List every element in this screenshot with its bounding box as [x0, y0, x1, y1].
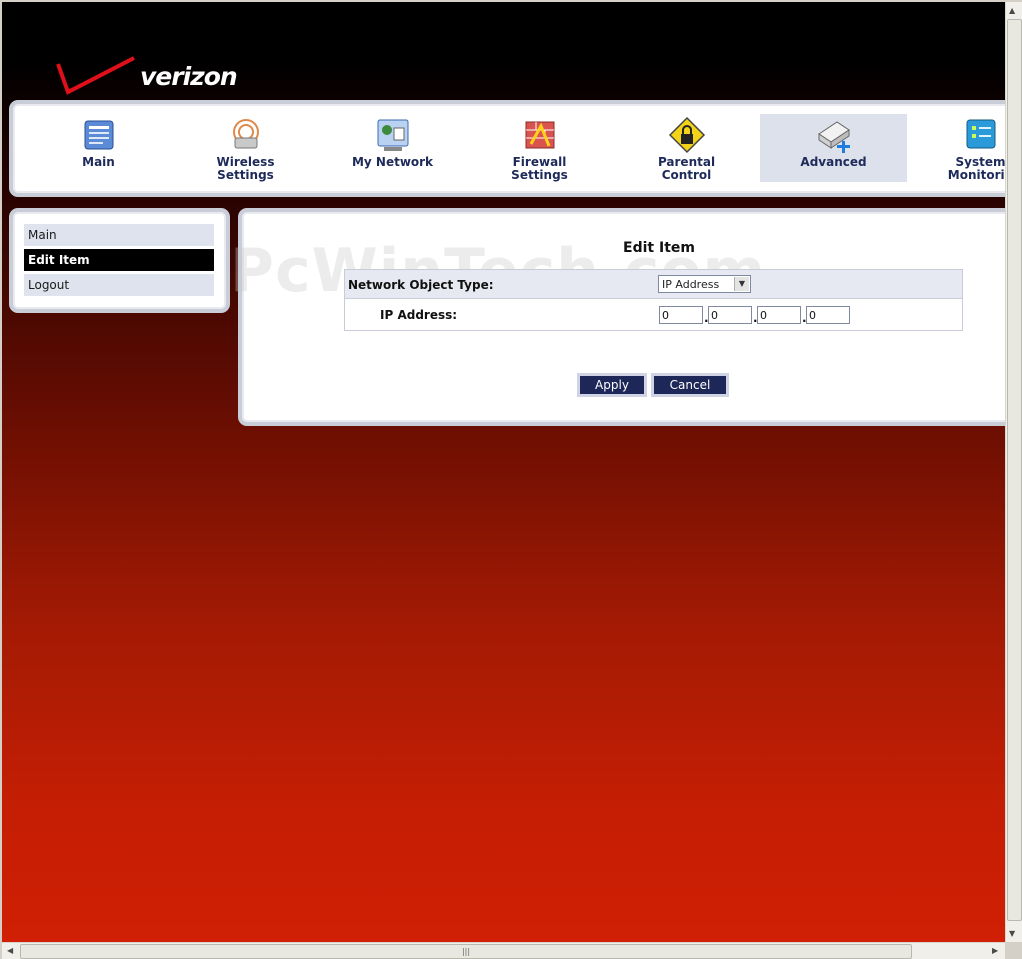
main-icon	[84, 120, 113, 150]
network-object-type-value: IP Address	[662, 278, 720, 291]
sidebar-item-main[interactable]: Main	[24, 224, 214, 246]
scrollbar-corner	[1005, 942, 1022, 959]
cancel-button[interactable]: Cancel	[651, 373, 729, 397]
sidebar-menu: Main Edit Item Logout	[9, 208, 230, 313]
firewall-icon	[525, 121, 554, 149]
nav-main[interactable]: Main	[25, 114, 172, 182]
logo-check-icon	[56, 56, 135, 95]
ip-octet-3-input[interactable]	[757, 306, 801, 324]
nav-parental-control[interactable]: Parental Control	[613, 114, 760, 182]
ip-address-label: IP Address:	[380, 308, 458, 322]
horizontal-scroll-thumb[interactable]: |||	[20, 944, 912, 959]
nav-advanced[interactable]: Advanced	[760, 114, 907, 182]
monitor-icon	[966, 119, 995, 149]
nav-wireless-label: Wireless Settings	[216, 155, 275, 182]
verizon-logo: verizon	[52, 54, 242, 98]
horizontal-scrollbar[interactable]: ◀ ||| ▶	[2, 942, 1005, 959]
nav-network-label: My Network	[351, 155, 434, 169]
scroll-right-arrow-icon[interactable]: ▶	[992, 946, 998, 955]
scroll-down-arrow-icon[interactable]: ▼	[1009, 929, 1015, 938]
nav-main-label: Main	[82, 155, 115, 169]
network-object-type-label: Network Object Type:	[348, 278, 494, 292]
vertical-scroll-thumb[interactable]	[1007, 19, 1022, 921]
network-object-type-row: Network Object Type: IP Address ▼	[345, 270, 962, 299]
page-title: Edit Item	[623, 240, 695, 256]
wireless-icon	[232, 119, 259, 149]
network-icon	[377, 119, 408, 151]
sidebar-item-edit-item[interactable]: Edit Item	[24, 249, 214, 271]
advanced-icon	[817, 121, 850, 153]
vertical-scrollbar[interactable]: ▲ ▼	[1005, 2, 1022, 942]
edit-item-form: Network Object Type: IP Address ▼ IP Add…	[344, 269, 963, 331]
scroll-left-arrow-icon[interactable]: ◀	[7, 946, 13, 955]
chevron-down-icon[interactable]: ▼	[734, 277, 749, 291]
lock-icon	[668, 116, 705, 154]
ip-octet-2-input[interactable]	[708, 306, 752, 324]
ip-octet-1-input[interactable]	[659, 306, 703, 324]
scroll-up-arrow-icon[interactable]: ▲	[1009, 6, 1015, 15]
nav-system-monitoring[interactable]: System Monitorin	[907, 114, 1005, 182]
nav-firewall-label: Firewall Settings	[511, 155, 568, 182]
nav-my-network[interactable]: My Network	[319, 114, 466, 182]
sidebar-item-logout[interactable]: Logout	[24, 274, 214, 296]
ip-address-row: IP Address: . . .	[345, 300, 962, 330]
nav-system-label: System Monitorin	[947, 155, 1005, 182]
nav-firewall-settings[interactable]: Firewall Settings	[466, 114, 613, 182]
top-navigation: Main Wireless Settings My Network Firewa…	[9, 100, 1005, 197]
apply-button[interactable]: Apply	[577, 373, 647, 397]
nav-wireless-settings[interactable]: Wireless Settings	[172, 114, 319, 182]
logo-wordmark: verizon	[140, 62, 238, 91]
nav-advanced-label: Advanced	[800, 155, 867, 169]
network-object-type-select[interactable]: IP Address ▼	[658, 275, 751, 293]
ip-octet-4-input[interactable]	[806, 306, 850, 324]
page-viewport: verizon Main Wireless Settings My Networ…	[2, 2, 1005, 942]
nav-parental-label: Parental Control	[657, 155, 716, 182]
